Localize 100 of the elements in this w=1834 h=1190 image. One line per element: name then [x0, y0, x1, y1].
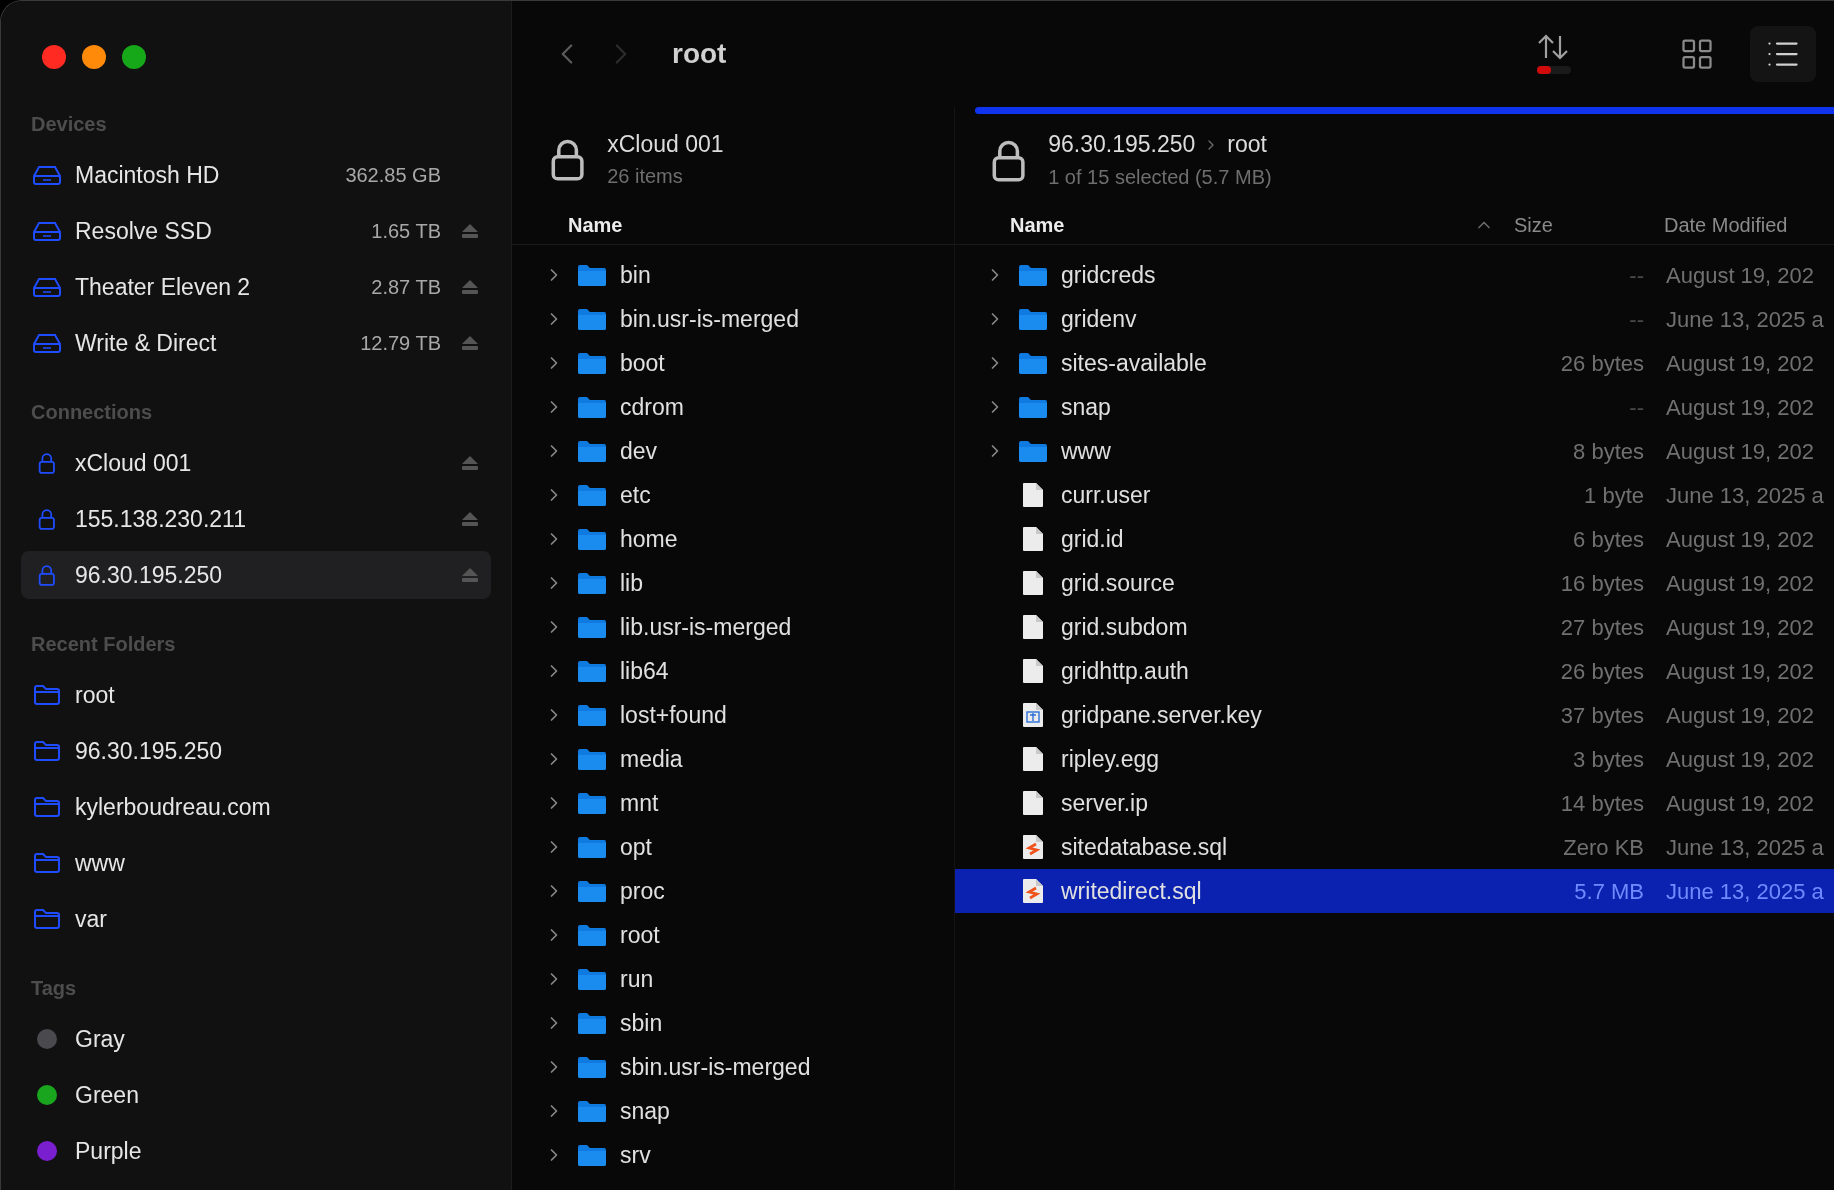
key-file-icon [1022, 702, 1044, 728]
lock-icon [38, 564, 56, 586]
folder-icon [578, 1144, 606, 1166]
sidebar-item[interactable]: 96.30.195.250 [21, 551, 491, 599]
file-row[interactable]: gridhttp.auth 26 bytes August 19, 202 [955, 649, 1834, 693]
sidebar-item[interactable]: www [21, 839, 491, 887]
folder-icon [1019, 308, 1047, 330]
sidebar-item[interactable]: Resolve SSD 1.65 TB [21, 207, 491, 255]
file-row[interactable]: mnt [512, 781, 954, 825]
file-icon [1022, 614, 1044, 640]
file-row[interactable]: cdrom [512, 385, 954, 429]
file-row[interactable]: www 8 bytes August 19, 202 [955, 429, 1834, 473]
sidebar-item[interactable]: Gray [21, 1015, 491, 1063]
file-row[interactable]: grid.subdom 27 bytes August 19, 202 [955, 605, 1834, 649]
grid-icon [1679, 36, 1715, 72]
file-name: cdrom [620, 392, 684, 422]
file-row[interactable]: sites-available 26 bytes August 19, 202 [955, 341, 1834, 385]
capacity-label: 1.65 TB [371, 219, 441, 244]
eject-icon[interactable] [461, 279, 479, 295]
sidebar-item-label: Resolve SSD [75, 216, 212, 246]
column-header[interactable]: Date Modified [1664, 209, 1834, 240]
sidebar-item[interactable]: var [21, 895, 491, 943]
pane-title: xCloud 001 [607, 129, 724, 159]
path-segment[interactable]: root [1227, 127, 1267, 162]
file-row[interactable]: gridpane.server.key 37 bytes August 19, 202 [955, 693, 1834, 737]
close-button[interactable] [42, 45, 66, 69]
sidebar-item[interactable]: Write & Direct 12.79 TB [21, 319, 491, 367]
date-modified: August 19, 202 [1665, 789, 1815, 818]
file-row[interactable]: run [512, 957, 954, 1001]
file-row[interactable]: proc [512, 869, 954, 913]
folder-icon [578, 572, 606, 594]
file-row[interactable]: lost+found [512, 693, 954, 737]
file-row[interactable]: grid.source 16 bytes August 19, 202 [955, 561, 1834, 605]
file-row[interactable]: boot [512, 341, 954, 385]
sidebar-item[interactable]: root [21, 671, 491, 719]
file-row[interactable]: bin [512, 253, 954, 297]
sidebar-item[interactable]: Theater Eleven 2 2.87 TB [21, 263, 491, 311]
date-modified: August 19, 202 [1665, 525, 1815, 554]
sidebar-item[interactable]: kylerboudreau.com [21, 783, 491, 831]
file-row[interactable]: ripley.egg 3 bytes August 19, 202 [955, 737, 1834, 781]
window-title: root [672, 37, 727, 71]
capacity-label: 12.79 TB [360, 331, 441, 356]
file-icon [1022, 746, 1044, 772]
file-row[interactable]: root [512, 913, 954, 957]
file-row[interactable]: snap [512, 1089, 954, 1133]
file-name: media [620, 744, 683, 774]
folder-icon [578, 792, 606, 814]
zoom-button[interactable] [122, 45, 146, 69]
folder-icon [1019, 396, 1047, 418]
folder-icon [1019, 440, 1047, 462]
file-size: 6 bytes [1572, 525, 1644, 554]
file-name: lib [620, 568, 643, 598]
file-row[interactable]: writedirect.sql 5.7 MB June 13, 2025 a [955, 869, 1834, 913]
file-row[interactable]: dev [512, 429, 954, 473]
sidebar-item[interactable]: xCloud 001 [21, 439, 491, 487]
file-row[interactable]: lib [512, 561, 954, 605]
eject-icon[interactable] [461, 511, 479, 527]
column-header[interactable]: Name [1010, 209, 1474, 240]
sidebar-item[interactable]: 155.138.230.211 [21, 495, 491, 543]
column-header[interactable]: Name [568, 209, 623, 240]
file-row[interactable]: grid.id 6 bytes August 19, 202 [955, 517, 1834, 561]
drive-icon [33, 333, 61, 353]
file-size: Zero KB [1562, 833, 1644, 862]
drive-icon [33, 221, 61, 241]
file-row[interactable]: curr.user 1 byte June 13, 2025 a [955, 473, 1834, 517]
file-row[interactable]: bin.usr-is-merged [512, 297, 954, 341]
eject-icon[interactable] [461, 335, 479, 351]
file-size: -- [1628, 261, 1644, 290]
eject-icon[interactable] [461, 455, 479, 471]
file-row[interactable]: etc [512, 473, 954, 517]
file-row[interactable]: lib64 [512, 649, 954, 693]
file-name: srv [620, 1140, 651, 1170]
eject-icon[interactable] [461, 223, 479, 239]
list-view-button[interactable] [1750, 26, 1816, 82]
column-header[interactable]: Size [1514, 209, 1664, 240]
sidebar-item[interactable]: Purple [21, 1127, 491, 1175]
sidebar-item[interactable]: Green [21, 1071, 491, 1119]
file-size: 26 bytes [1559, 349, 1644, 378]
file-row[interactable]: opt [512, 825, 954, 869]
file-icon [1022, 570, 1044, 596]
file-row[interactable]: srv [512, 1133, 954, 1177]
item-count: 26 items [607, 164, 684, 190]
file-size: 26 bytes [1559, 657, 1644, 686]
file-row[interactable]: sbin.usr-is-merged [512, 1045, 954, 1089]
date-modified: August 19, 202 [1665, 745, 1815, 774]
file-row[interactable]: media [512, 737, 954, 781]
sort-transfer-icon[interactable] [1534, 32, 1574, 76]
sidebar-item[interactable]: 96.30.195.250 [21, 727, 491, 775]
file-row[interactable]: sitedatabase.sql Zero KB June 13, 2025 a [955, 825, 1834, 869]
minimize-button[interactable] [82, 45, 106, 69]
file-row[interactable]: server.ip 14 bytes August 19, 202 [955, 781, 1834, 825]
path-segment[interactable]: 96.30.195.250 [1048, 127, 1196, 162]
file-row[interactable]: gridcreds -- August 19, 202 [955, 253, 1834, 297]
file-name: sites-available [1061, 348, 1208, 378]
file-row[interactable]: home [512, 517, 954, 561]
sidebar-item[interactable]: Macintosh HD 362.85 GB [21, 151, 491, 199]
file-row[interactable]: lib.usr-is-merged [512, 605, 954, 649]
file-row[interactable]: gridenv -- June 13, 2025 a [955, 297, 1834, 341]
file-row[interactable]: sbin [512, 1001, 954, 1045]
file-row[interactable]: snap -- August 19, 202 [955, 385, 1834, 429]
